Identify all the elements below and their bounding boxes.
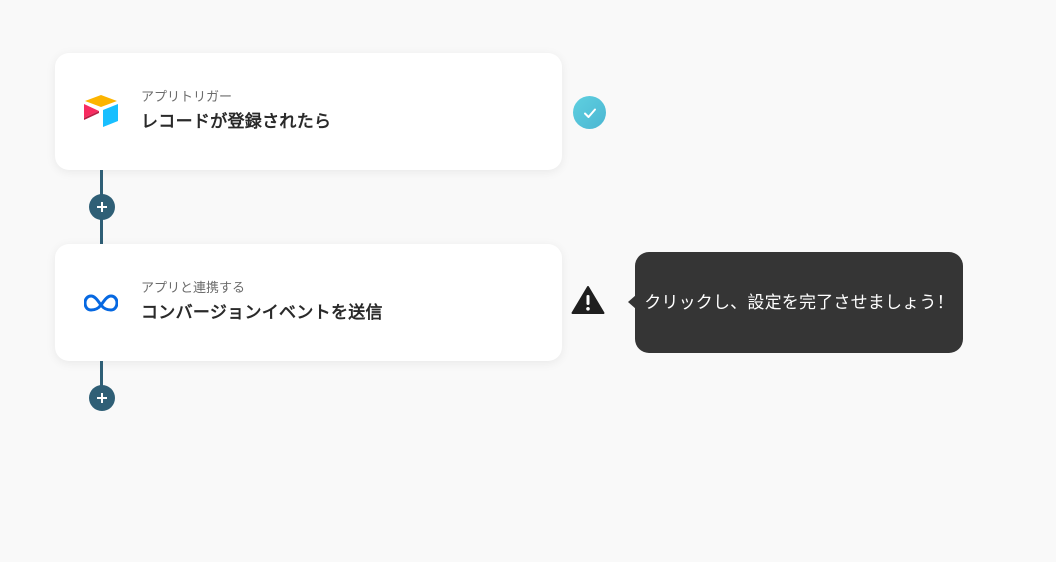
flow-step-trigger-text: アプリトリガー レコードが登録されたら bbox=[141, 90, 331, 132]
setup-tooltip: クリックし、設定を完了させましょう！ bbox=[628, 252, 963, 353]
flow-step-subtitle: アプリトリガー bbox=[141, 90, 233, 105]
flow-canvas: アプリトリガー レコードが登録されたら アプリと連携する コンバージョンイベント… bbox=[0, 0, 1056, 562]
flow-step-title: コンバージョンイベントを送信 bbox=[141, 303, 383, 323]
flow-step-action-text: アプリと連携する コンバージョンイベントを送信 bbox=[141, 281, 383, 323]
warning-icon[interactable] bbox=[571, 285, 605, 315]
flow-step-title: レコードが登録されたら bbox=[141, 112, 332, 132]
flow-step-subtitle: アプリと連携する bbox=[141, 281, 246, 296]
check-icon bbox=[573, 96, 606, 129]
airtable-icon bbox=[82, 93, 120, 131]
plus-icon bbox=[97, 202, 107, 212]
meta-icon bbox=[82, 284, 120, 322]
add-step-button[interactable] bbox=[89, 385, 115, 411]
tooltip-text: クリックし、設定を完了させましょう！ bbox=[644, 292, 954, 313]
flow-step-trigger[interactable]: アプリトリガー レコードが登録されたら bbox=[55, 53, 562, 170]
add-step-button[interactable] bbox=[89, 194, 115, 220]
plus-icon bbox=[97, 393, 107, 403]
flow-step-action[interactable]: アプリと連携する コンバージョンイベントを送信 bbox=[55, 244, 562, 361]
